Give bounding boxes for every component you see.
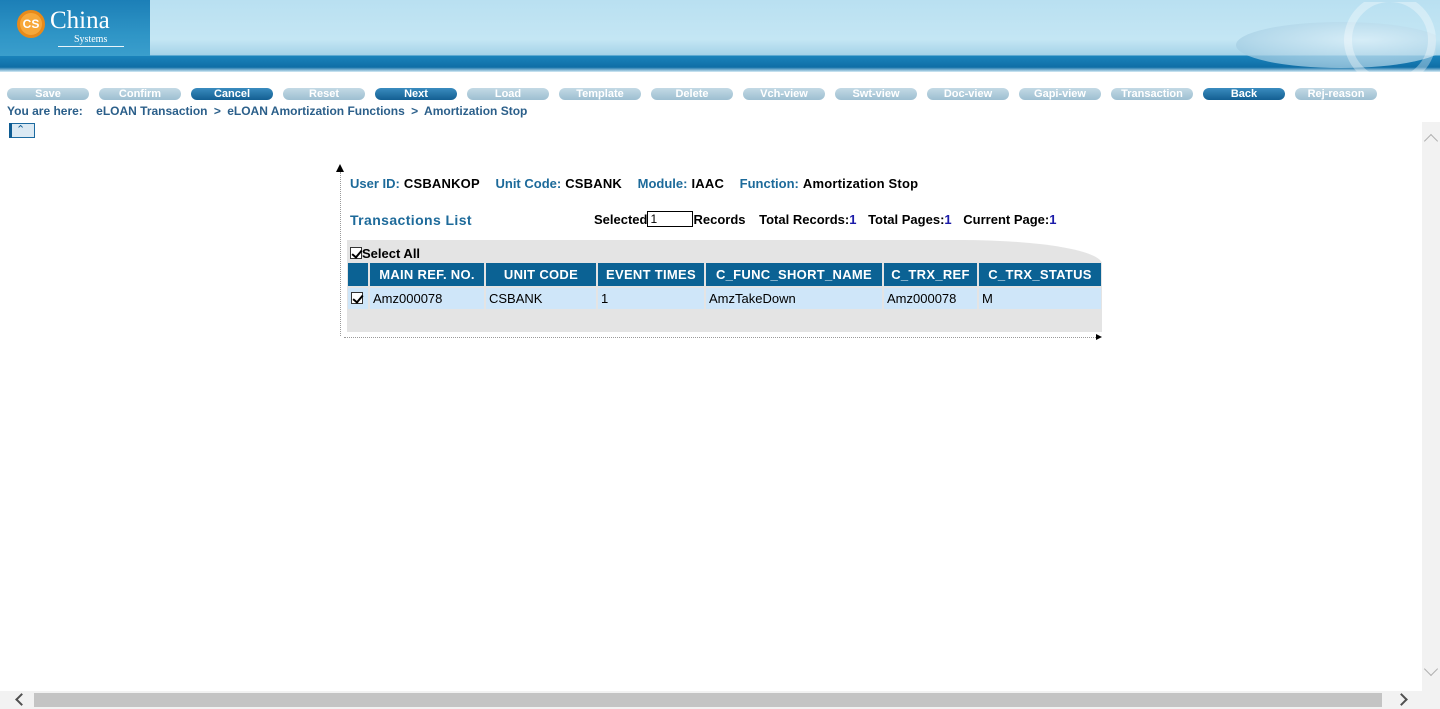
toolbar-button-vch-view[interactable]: Vch-view xyxy=(743,88,825,100)
transactions-table: MAIN REF. NO. UNIT CODE EVENT TIMES C_FU… xyxy=(348,263,1101,309)
row-select-cell xyxy=(348,286,370,309)
toolbar-button-rej-reason[interactable]: Rej-reason xyxy=(1295,88,1377,100)
function-value: Amortization Stop xyxy=(802,176,919,191)
toolbar-button-reset[interactable]: Reset xyxy=(283,88,365,100)
column-header-func-short-name[interactable]: C_FUNC_SHORT_NAME xyxy=(705,263,884,287)
brand-rule xyxy=(58,46,124,47)
frame-border-bottom xyxy=(344,337,1096,338)
breadcrumb: You are here: eLOAN Transaction > eLOAN … xyxy=(7,104,527,118)
unit-code-label: Unit Code: xyxy=(495,176,562,191)
scroll-up-icon[interactable] xyxy=(1423,133,1439,149)
user-id-value: CSBANKOP xyxy=(403,176,480,191)
header-banner: CS China Systems xyxy=(0,0,1440,72)
records-label: Records xyxy=(693,212,746,227)
toolbar-button-load[interactable]: Load xyxy=(467,88,549,100)
total-records-value: 1 xyxy=(849,212,857,227)
breadcrumb-separator: > xyxy=(411,104,419,118)
user-id-label: User ID: xyxy=(350,176,400,191)
breadcrumb-item-transaction[interactable]: eLOAN Transaction xyxy=(96,104,207,118)
horizontal-scrollbar[interactable] xyxy=(0,691,1440,709)
toolbar-button-transaction[interactable]: Transaction xyxy=(1111,88,1193,100)
current-page-label: Current Page: xyxy=(963,212,1050,227)
table-row[interactable]: Amz000078 CSBANK 1 AmzTakeDown Amz000078… xyxy=(348,286,1101,309)
banner-strip xyxy=(0,56,1440,72)
scroll-right-icon[interactable] xyxy=(1395,693,1408,706)
toolbar-button-delete[interactable]: Delete xyxy=(651,88,733,100)
transactions-list-title: Transactions List xyxy=(350,212,472,228)
toolbar-button-gapi-view[interactable]: Gapi-view xyxy=(1019,88,1101,100)
column-header-unit-code[interactable]: UNIT CODE xyxy=(485,263,598,287)
context-info: User ID: CSBANKOP Unit Code: CSBANK Module… xyxy=(350,176,930,191)
breadcrumb-item-current: Amortization Stop xyxy=(424,104,528,118)
unit-code-value: CSBANK xyxy=(565,176,623,191)
function-label: Function: xyxy=(739,176,799,191)
column-header-trx-status[interactable]: C_TRX_STATUS xyxy=(978,263,1101,287)
column-header-event-times[interactable]: EVENT TIMES xyxy=(597,263,706,287)
table-header-row: MAIN REF. NO. UNIT CODE EVENT TIMES C_FU… xyxy=(348,263,1101,287)
action-toolbar: Save Confirm Cancel Reset Next Load Template De… xyxy=(0,86,1440,102)
column-header-main-ref[interactable]: MAIN REF. NO. xyxy=(369,263,486,287)
column-header-trx-ref[interactable]: C_TRX_REF xyxy=(883,263,979,287)
selected-label: Selected xyxy=(594,212,648,227)
module-label: Module: xyxy=(637,176,688,191)
cell-trx-status: M xyxy=(978,286,1101,309)
frame-border-left xyxy=(340,172,341,336)
coin-watermark-icon xyxy=(1236,2,1436,72)
horizontal-scroll-thumb[interactable] xyxy=(34,693,1382,707)
toolbar-button-template[interactable]: Template xyxy=(559,88,641,100)
cell-event-times: 1 xyxy=(597,286,706,309)
total-records-label: Total Records: xyxy=(759,212,850,227)
scroll-down-icon[interactable] xyxy=(1423,661,1439,677)
toolbar-button-next[interactable]: Next xyxy=(375,88,457,100)
pager: SelectedRecords Total Records:1 Total Pa… xyxy=(594,211,1064,227)
brand-subtitle: Systems xyxy=(74,34,108,45)
breadcrumb-prefix: You are here: xyxy=(7,104,83,118)
toolbar-button-swt-view[interactable]: Swt-view xyxy=(835,88,917,100)
selected-records-input[interactable] xyxy=(647,211,694,227)
vertical-scrollbar[interactable] xyxy=(1422,122,1440,691)
cell-main-ref[interactable]: Amz000078 xyxy=(369,286,486,309)
toolbar-button-save[interactable]: Save xyxy=(7,88,89,100)
toolbar-button-cancel[interactable]: Cancel xyxy=(191,88,273,100)
current-page-value: 1 xyxy=(1049,212,1057,227)
header-select-cell xyxy=(348,263,370,287)
collapse-bar xyxy=(9,123,12,138)
total-pages-value: 1 xyxy=(944,212,952,227)
select-all: Select All xyxy=(350,246,420,261)
select-all-checkbox[interactable] xyxy=(350,247,362,259)
cell-trx-ref: Amz000078 xyxy=(883,286,979,309)
toolbar-button-back[interactable]: Back xyxy=(1203,88,1285,100)
collapse-header-button[interactable]: ⌃ xyxy=(9,123,35,138)
toolbar-button-confirm[interactable]: Confirm xyxy=(99,88,181,100)
select-all-label: Select All xyxy=(362,246,421,261)
frame-arrow-right-icon xyxy=(1096,334,1102,340)
breadcrumb-separator: > xyxy=(213,104,221,118)
module-value: IAAC xyxy=(691,176,725,191)
total-pages-label: Total Pages: xyxy=(868,212,945,227)
frame-arrow-up-icon xyxy=(336,164,344,172)
chevron-double-up-icon: ⌃ xyxy=(16,124,26,136)
brand-logo-icon: CS xyxy=(17,10,45,38)
breadcrumb-item-functions[interactable]: eLOAN Amortization Functions xyxy=(227,104,405,118)
toolbar-button-doc-view[interactable]: Doc-view xyxy=(927,88,1009,100)
scroll-left-icon[interactable] xyxy=(15,693,28,706)
brand-name: China xyxy=(50,7,110,34)
cell-unit-code: CSBANK xyxy=(485,286,598,309)
row-checkbox[interactable] xyxy=(351,292,363,304)
cell-func-short-name: AmzTakeDown xyxy=(705,286,884,309)
